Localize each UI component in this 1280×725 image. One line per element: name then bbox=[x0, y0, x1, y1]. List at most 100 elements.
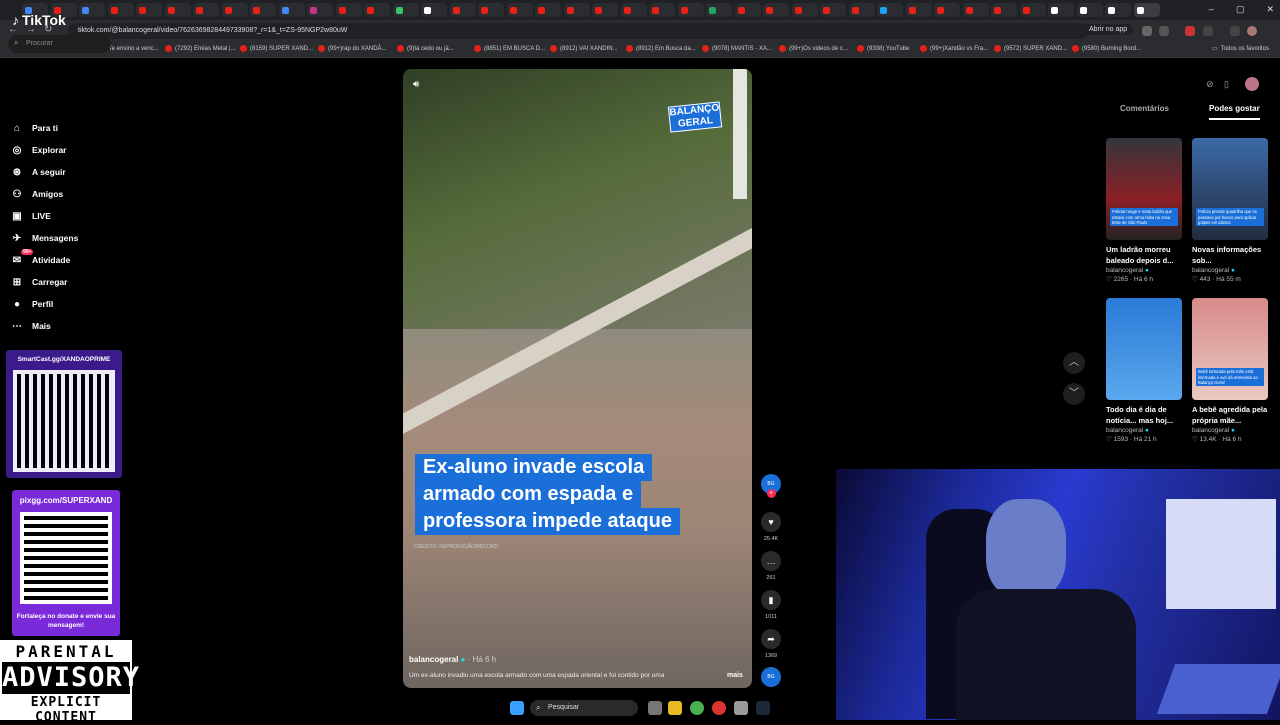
card-user[interactable]: balancogeral ● bbox=[1192, 427, 1268, 434]
browser-tab[interactable] bbox=[335, 3, 362, 17]
browser-tab[interactable] bbox=[364, 3, 390, 17]
video-thumbnail[interactable]: Bebê torturada pela mãe está internada e… bbox=[1192, 298, 1268, 400]
sound-disc[interactable]: BG bbox=[760, 667, 782, 687]
downloads-icon[interactable] bbox=[1230, 26, 1240, 36]
tab-podes-gostar[interactable]: Podes gostar bbox=[1209, 104, 1260, 120]
browser-tab[interactable] bbox=[848, 3, 875, 17]
minimize-icon[interactable]: – bbox=[1209, 4, 1214, 15]
previous-video-button[interactable]: ︿ bbox=[1063, 352, 1085, 374]
browser-tab[interactable] bbox=[250, 3, 276, 17]
browser-tab[interactable] bbox=[706, 3, 732, 17]
bookmark-item[interactable]: (99+)rap do XANDÃ... bbox=[318, 45, 387, 52]
browser-tab[interactable] bbox=[677, 3, 704, 17]
bookmark-item[interactable]: (9338) YouTube bbox=[857, 45, 909, 52]
browser-tab[interactable] bbox=[392, 3, 419, 17]
app-icon[interactable] bbox=[712, 701, 726, 715]
sidebar-item-para-ti[interactable]: ⌂ Para ti bbox=[10, 119, 58, 137]
video-thumbnail[interactable] bbox=[1106, 298, 1182, 400]
browser-tab[interactable] bbox=[620, 3, 647, 17]
card-user[interactable]: balancogeral ● bbox=[1106, 267, 1182, 274]
bookmark-item[interactable]: (8159) SUPER XAND... bbox=[240, 45, 313, 52]
sidebar-item-carregar[interactable]: ⊞ Carregar bbox=[10, 273, 68, 291]
all-favorites-link[interactable]: ▭ Todos os favoritos bbox=[1212, 45, 1269, 53]
browser-tab[interactable] bbox=[563, 3, 590, 17]
device-icon[interactable]: ▯ bbox=[1224, 79, 1229, 90]
sidebar-item-amigos[interactable]: ⚇ Amigos bbox=[10, 185, 64, 203]
browser-tab[interactable] bbox=[221, 3, 248, 17]
browser-tab[interactable] bbox=[164, 3, 191, 17]
extension-icon[interactable] bbox=[1185, 26, 1195, 36]
browser-tab[interactable] bbox=[763, 3, 789, 17]
browser-tab[interactable] bbox=[193, 3, 219, 17]
browser-tab[interactable] bbox=[535, 3, 561, 17]
browser-tab[interactable] bbox=[734, 3, 761, 17]
browser-tab[interactable] bbox=[1076, 3, 1103, 17]
bookmark-item[interactable]: (9572) SUPER XAND... bbox=[994, 45, 1067, 52]
browser-tab[interactable] bbox=[1133, 3, 1160, 17]
browser-tab[interactable] bbox=[421, 3, 447, 17]
like-button[interactable]: ♥ 25.4K bbox=[760, 512, 782, 542]
browser-tab[interactable] bbox=[905, 3, 932, 17]
task-view-icon[interactable] bbox=[648, 701, 662, 715]
steam-icon[interactable] bbox=[756, 701, 770, 715]
browser-tab[interactable] bbox=[1048, 3, 1074, 17]
video-author[interactable]: balancogeral ● · Há 6 h bbox=[409, 655, 496, 664]
url-input[interactable]: tiktok.com/@balancogeral/video/762636982… bbox=[68, 23, 1088, 39]
open-in-app-button[interactable]: Abrir no app bbox=[1083, 24, 1134, 35]
author-avatar[interactable]: BG + bbox=[760, 474, 782, 498]
browser-tab[interactable] bbox=[506, 3, 533, 17]
close-icon[interactable]: ✕ bbox=[1266, 4, 1274, 15]
browser-tab[interactable] bbox=[791, 3, 818, 17]
bookmark-item[interactable]: (9078) MANTIS - XA... bbox=[702, 45, 772, 52]
video-player[interactable]: 🔊︎ bbox=[403, 69, 752, 688]
browser-tab[interactable] bbox=[79, 3, 105, 17]
browser-tab[interactable] bbox=[1105, 3, 1131, 17]
sidebar-item-perfil[interactable]: ● Perfil bbox=[10, 295, 53, 313]
file-explorer-icon[interactable] bbox=[668, 701, 682, 715]
card-user[interactable]: balancogeral ● bbox=[1192, 267, 1268, 274]
browser-tab[interactable] bbox=[136, 3, 162, 17]
browser-tab[interactable] bbox=[934, 3, 960, 17]
browser-tab[interactable] bbox=[107, 3, 134, 17]
search-input[interactable]: ⌕ Procurar bbox=[8, 35, 111, 53]
save-button[interactable]: ▮ 1011 bbox=[760, 590, 782, 620]
translate-icon[interactable] bbox=[1142, 26, 1152, 36]
bookmark-item[interactable]: (8912) Em Busca da... bbox=[626, 45, 696, 52]
sidebar-item-mais[interactable]: ⋯ Mais bbox=[10, 317, 51, 335]
sidebar-item-atividade[interactable]: ✉ Atividade 99+ bbox=[10, 249, 70, 269]
browser-tab[interactable] bbox=[991, 3, 1017, 17]
windows-start-icon[interactable] bbox=[510, 701, 524, 715]
share-button[interactable]: ➦ 1369 bbox=[760, 629, 782, 659]
tiktok-logo[interactable]: ♪ TikTok bbox=[12, 12, 66, 28]
chrome-icon[interactable] bbox=[690, 701, 704, 715]
settings-icon[interactable] bbox=[734, 701, 748, 715]
video-thumbnail[interactable]: Polícia prende quadrilha que se passava … bbox=[1192, 138, 1268, 240]
video-thumbnail[interactable]: Policial reage e mata ladrão que estava … bbox=[1106, 138, 1182, 240]
more-link[interactable]: mais bbox=[727, 672, 743, 679]
maximize-icon[interactable]: ▢ bbox=[1236, 4, 1245, 15]
card-user[interactable]: balancogeral ● bbox=[1106, 427, 1182, 434]
bookmark-item[interactable]: (8912) VAI XANDIN... bbox=[550, 45, 618, 52]
comment-button[interactable]: … 261 bbox=[760, 551, 782, 581]
browser-tab[interactable] bbox=[820, 3, 846, 17]
sidebar-item-a-seguir[interactable]: ⊛ A seguir bbox=[10, 163, 66, 181]
recommended-video-card[interactable]: Polícia prende quadrilha que se passava … bbox=[1192, 138, 1268, 283]
tab-comments[interactable]: Comentários bbox=[1120, 104, 1169, 113]
sidebar-item-explorar[interactable]: ◎ Explorar bbox=[10, 141, 67, 159]
bookmark-item[interactable]: (99+)Xandão vs Fra... bbox=[920, 45, 988, 52]
extensions-icon[interactable] bbox=[1203, 26, 1213, 36]
user-avatar[interactable] bbox=[1245, 77, 1259, 91]
bookmark-star-icon[interactable] bbox=[1159, 26, 1169, 36]
recommended-video-card[interactable]: Todo dia é dia de notícia... mas hoj... b… bbox=[1106, 298, 1182, 443]
bookmark-item[interactable]: (7292) Enéas Metal |... bbox=[165, 45, 236, 52]
bookmark-item[interactable]: (9580) Burning Bord... bbox=[1072, 45, 1141, 52]
browser-tab[interactable] bbox=[449, 3, 476, 17]
recommended-video-card[interactable]: Policial reage e mata ladrão que estava … bbox=[1106, 138, 1182, 283]
browser-tab[interactable] bbox=[1019, 3, 1046, 17]
browser-tab[interactable] bbox=[649, 3, 675, 17]
bookmark-item[interactable]: (8851) EM BUSCA D... bbox=[474, 45, 545, 52]
taskbar-search[interactable]: ⌕ Pesquisar bbox=[530, 700, 638, 716]
browser-tab[interactable] bbox=[278, 3, 305, 17]
recommended-video-card[interactable]: Bebê torturada pela mãe está internada e… bbox=[1192, 298, 1268, 443]
browser-tab[interactable] bbox=[877, 3, 903, 17]
